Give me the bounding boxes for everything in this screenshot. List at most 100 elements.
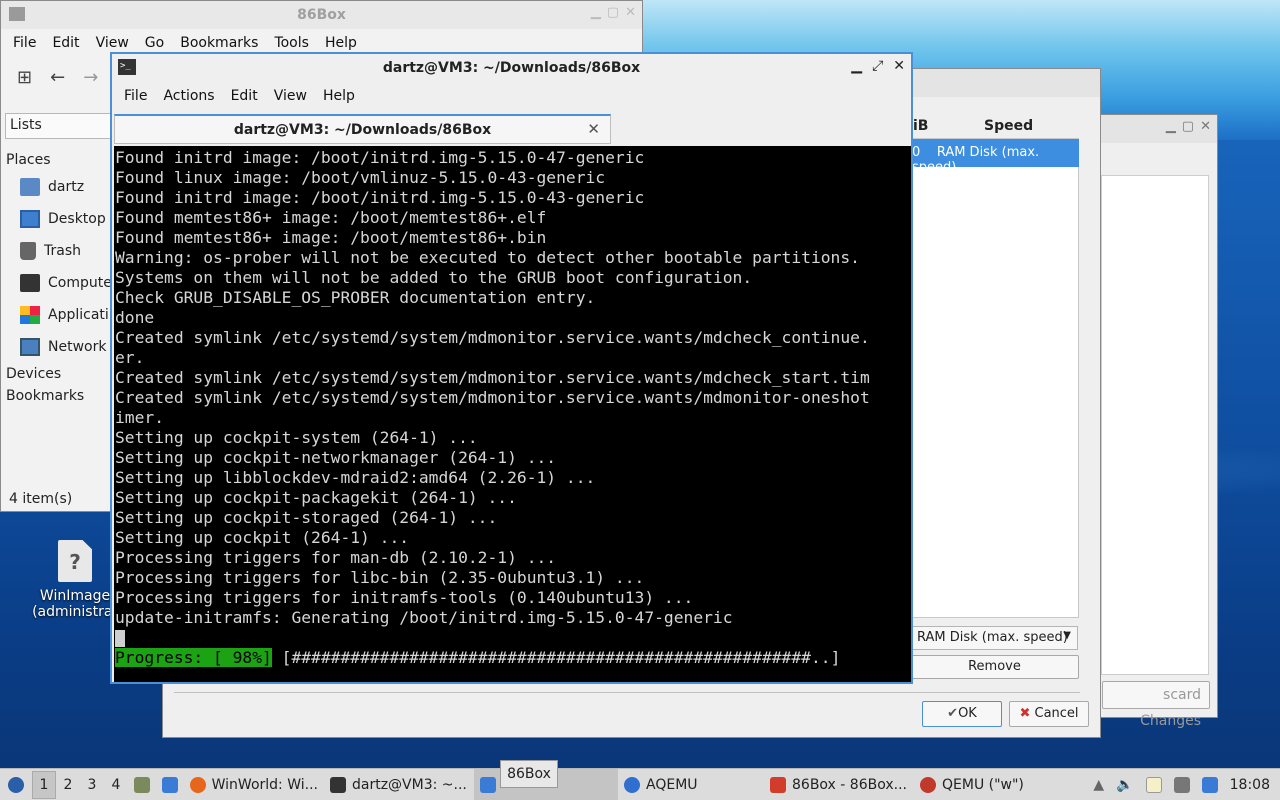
- remove-button[interactable]: Remove: [910, 655, 1079, 679]
- terminal-title: dartz@VM3: ~/Downloads/86Box: [382, 60, 641, 76]
- progress-bar: [#######################################…: [271, 648, 841, 667]
- menu-file[interactable]: File: [5, 35, 44, 51]
- terminal-line: Setting up libblockdev-mdraid2:amd64 (2.…: [115, 468, 596, 487]
- column-header-size[interactable]: iB: [913, 118, 928, 134]
- side-pane-mode-select[interactable]: Lists: [5, 113, 111, 139]
- chevron-down-icon: ▼: [1063, 630, 1071, 641]
- terminal-cursor-line: [115, 628, 911, 648]
- workspace-2[interactable]: 2: [56, 777, 80, 793]
- bookmarks-header[interactable]: Bookmarks: [6, 385, 116, 407]
- menu-tools[interactable]: Tools: [266, 35, 317, 51]
- tray-arrow-icon[interactable]: ▲: [1093, 777, 1104, 793]
- ok-label: OK: [958, 706, 977, 721]
- menu-view[interactable]: View: [88, 35, 137, 51]
- aqemu-icon: [624, 776, 640, 793]
- cancel-button[interactable]: ✖ Cancel: [1009, 701, 1089, 727]
- terminal-line: Created symlink /etc/systemd/system/mdmo…: [115, 368, 870, 387]
- task-label: WinWorld: Wi...: [211, 776, 318, 793]
- terminal-line: Setting up cockpit (264-1) ...: [115, 528, 410, 547]
- menu-file[interactable]: File: [116, 88, 155, 104]
- menu-view[interactable]: View: [266, 88, 315, 104]
- sidebar-item-applications[interactable]: Applicati: [6, 299, 116, 331]
- table-row-selected[interactable]: 0 RAM Disk (max. speed): [910, 139, 1079, 175]
- minimize-icon[interactable]: ▁: [851, 58, 862, 74]
- folder-icon: [480, 776, 496, 793]
- column-header-speed[interactable]: Speed: [984, 118, 1033, 134]
- terminal-line: Setting up cockpit-packagekit (264-1) ..…: [115, 488, 517, 507]
- clock[interactable]: 18:08: [1230, 777, 1270, 793]
- menu-help[interactable]: Help: [317, 35, 365, 51]
- menu-edit[interactable]: Edit: [44, 35, 87, 51]
- ok-button[interactable]: ✔OK: [922, 701, 1002, 727]
- volume-icon[interactable]: 🔈: [1116, 777, 1133, 793]
- speed-select[interactable]: RAM Disk (max. speed) ▼: [910, 626, 1078, 650]
- sidebar-item-label: Desktop: [48, 211, 106, 227]
- close-icon[interactable]: ✕: [1200, 119, 1211, 134]
- back-arrow-icon[interactable]: ←: [50, 67, 65, 88]
- workspace-1[interactable]: 1: [32, 770, 56, 799]
- minimize-icon[interactable]: ▁: [591, 5, 601, 20]
- unknown-file-icon: ?: [58, 540, 92, 582]
- maximize-icon[interactable]: ▢: [607, 5, 619, 20]
- tab-terminal[interactable]: dartz@VM3: ~/Downloads/86Box ✕: [114, 114, 611, 144]
- workspace-3[interactable]: 3: [80, 777, 104, 793]
- status-bar-text: 4 item(s): [9, 491, 73, 507]
- settings-window-titlebar[interactable]: ▁ ▢ ✕: [1101, 115, 1217, 143]
- sidebar-item-computer[interactable]: Compute: [6, 267, 116, 299]
- quicklaunch-files[interactable]: [128, 769, 156, 800]
- task-firefox[interactable]: WinWorld: Wi...: [184, 769, 324, 800]
- menu-bookmarks[interactable]: Bookmarks: [172, 35, 266, 51]
- text-cursor: [115, 630, 125, 647]
- task-label: dartz@VM3: ~...: [352, 776, 467, 793]
- close-tab-icon[interactable]: ✕: [587, 120, 600, 138]
- firefox-icon: [190, 776, 206, 793]
- terminal-output[interactable]: Found initrd image: /boot/initrd.img-5.1…: [114, 146, 911, 682]
- menu-actions[interactable]: Actions: [155, 88, 222, 104]
- dialog-separator: [174, 692, 1080, 693]
- sidebar-item-desktop[interactable]: Desktop: [6, 203, 116, 235]
- file-manager-titlebar[interactable]: 86Box ▁ ▢ ✕: [1, 1, 642, 29]
- terminal-line: Created symlink /etc/systemd/system/mdmo…: [115, 388, 870, 407]
- drives-list[interactable]: [910, 138, 1079, 618]
- close-icon[interactable]: ✕: [625, 5, 636, 20]
- forward-arrow-icon[interactable]: →: [83, 67, 98, 88]
- quicklaunch-show-desktop[interactable]: [156, 769, 184, 800]
- file-manager-sidebar: Places dartz Desktop Trash Compute Appli…: [6, 149, 116, 407]
- terminal-app-icon: >_: [118, 59, 136, 75]
- task-qemu[interactable]: QEMU ("w"): [914, 769, 1054, 800]
- computer-icon: [20, 274, 40, 292]
- workspace-switcher: 1 2 3 4: [32, 769, 128, 800]
- task-label: AQEMU: [646, 776, 698, 793]
- sidebar-item-network[interactable]: Network: [6, 331, 116, 363]
- tab-label: dartz@VM3: ~/Downloads/86Box: [233, 121, 492, 138]
- menu-go[interactable]: Go: [137, 35, 172, 51]
- terminal-titlebar[interactable]: >_ dartz@VM3: ~/Downloads/86Box ▁ ⤢ ✕: [112, 54, 911, 82]
- home-folder-icon: [20, 178, 40, 196]
- file-manager-launcher-icon: [134, 776, 150, 793]
- maximize-icon[interactable]: ▢: [1182, 119, 1194, 134]
- workspace-4[interactable]: 4: [104, 777, 128, 793]
- menu-help[interactable]: Help: [315, 88, 363, 104]
- maximize-icon[interactable]: ⤢: [872, 58, 883, 74]
- sidebar-item-home[interactable]: dartz: [6, 171, 116, 203]
- menu-edit[interactable]: Edit: [223, 88, 266, 104]
- terminal-line: done: [115, 308, 155, 327]
- desktop-icon: [20, 210, 40, 228]
- devices-header[interactable]: Devices: [6, 363, 116, 385]
- file-manager-title: 86Box: [297, 7, 346, 23]
- close-icon[interactable]: ✕: [893, 58, 905, 74]
- start-menu-button[interactable]: [0, 769, 32, 800]
- update-notifier-icon[interactable]: [1201, 776, 1218, 793]
- task-aqemu[interactable]: AQEMU: [618, 769, 764, 800]
- sidebar-item-trash[interactable]: Trash: [6, 235, 116, 267]
- progress-label: Progress: [ 98%]: [115, 648, 272, 667]
- task-terminal[interactable]: dartz@VM3: ~...: [324, 769, 474, 800]
- discard-changes-button[interactable]: scard Changes: [1102, 681, 1210, 729]
- task-86box[interactable]: 86Box - 86Box...: [764, 769, 914, 800]
- terminal-line: Found memtest86+ image: /boot/memtest86+…: [115, 228, 547, 247]
- clipboard-icon[interactable]: [1145, 776, 1162, 793]
- network-tray-icon[interactable]: [1173, 776, 1190, 793]
- minimize-icon[interactable]: ▁: [1166, 119, 1176, 134]
- new-tab-icon[interactable]: ⊞: [17, 67, 32, 88]
- taskbar-tooltip: 86Box: [500, 760, 558, 788]
